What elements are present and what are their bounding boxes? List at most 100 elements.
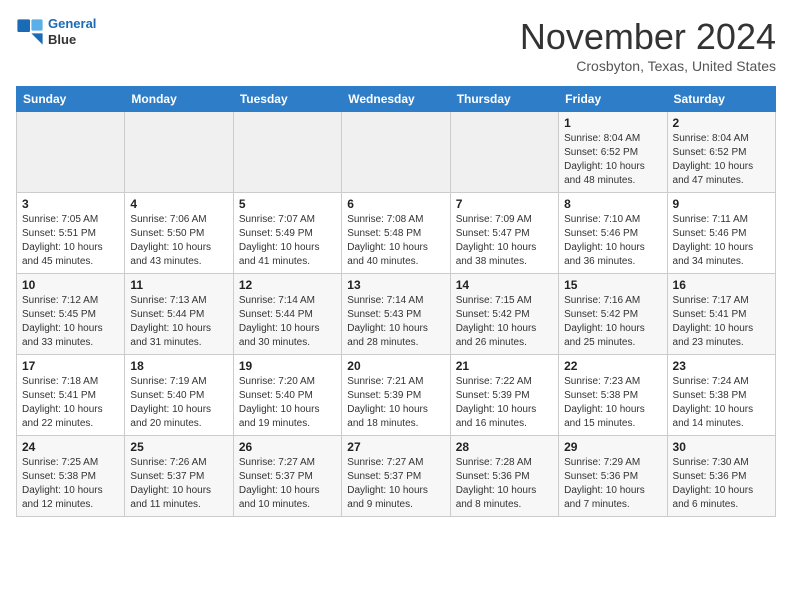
day-info: Sunrise: 7:06 AM Sunset: 5:50 PM Dayligh… [130, 213, 227, 269]
day-number: 28 [456, 440, 553, 454]
day-number: 9 [673, 197, 770, 211]
day-info: Sunrise: 7:25 AM Sunset: 5:38 PM Dayligh… [22, 456, 119, 512]
day-info: Sunrise: 8:04 AM Sunset: 6:52 PM Dayligh… [564, 132, 661, 188]
day-number: 23 [673, 359, 770, 373]
calendar-cell [342, 112, 450, 193]
day-number: 8 [564, 197, 661, 211]
day-info: Sunrise: 7:29 AM Sunset: 5:36 PM Dayligh… [564, 456, 661, 512]
logo-icon [16, 18, 44, 46]
calendar-cell: 14 Sunrise: 7:15 AM Sunset: 5:42 PM Dayli… [450, 274, 558, 355]
calendar-cell: 20 Sunrise: 7:21 AM Sunset: 5:39 PM Dayli… [342, 355, 450, 436]
day-number: 21 [456, 359, 553, 373]
day-info: Sunrise: 7:19 AM Sunset: 5:40 PM Dayligh… [130, 375, 227, 431]
day-info: Sunrise: 7:14 AM Sunset: 5:43 PM Dayligh… [347, 294, 444, 350]
weekday-header-sunday: Sunday [17, 87, 125, 112]
week-row-3: 10 Sunrise: 7:12 AM Sunset: 5:45 PM Dayli… [17, 274, 776, 355]
day-number: 4 [130, 197, 227, 211]
day-number: 1 [564, 116, 661, 130]
day-number: 27 [347, 440, 444, 454]
calendar-cell: 11 Sunrise: 7:13 AM Sunset: 5:44 PM Dayli… [125, 274, 233, 355]
day-number: 18 [130, 359, 227, 373]
calendar-cell [17, 112, 125, 193]
calendar-cell: 3 Sunrise: 7:05 AM Sunset: 5:51 PM Daylig… [17, 193, 125, 274]
week-row-5: 24Sunrise: 7:25 AM Sunset: 5:38 PM Dayli… [17, 436, 776, 517]
calendar-cell: 27 Sunrise: 7:27 AM Sunset: 5:37 PM Dayli… [342, 436, 450, 517]
day-info: Sunrise: 7:22 AM Sunset: 5:39 PM Dayligh… [456, 375, 553, 431]
day-info: Sunrise: 7:05 AM Sunset: 5:51 PM Dayligh… [22, 213, 119, 269]
title-block: November 2024 Crosbyton, Texas, United S… [520, 16, 776, 74]
calendar-cell: 30 Sunrise: 7:30 AM Sunset: 5:36 PM Dayli… [667, 436, 775, 517]
weekday-header-row: SundayMondayTuesdayWednesdayThursdayFrid… [17, 87, 776, 112]
calendar-cell: 9Sunrise: 7:11 AM Sunset: 5:46 PM Daylig… [667, 193, 775, 274]
day-info: Sunrise: 7:09 AM Sunset: 5:47 PM Dayligh… [456, 213, 553, 269]
calendar-cell: 15Sunrise: 7:16 AM Sunset: 5:42 PM Dayli… [559, 274, 667, 355]
weekday-header-monday: Monday [125, 87, 233, 112]
day-info: Sunrise: 7:08 AM Sunset: 5:48 PM Dayligh… [347, 213, 444, 269]
calendar-cell: 21 Sunrise: 7:22 AM Sunset: 5:39 PM Dayli… [450, 355, 558, 436]
weekday-header-wednesday: Wednesday [342, 87, 450, 112]
calendar-cell: 22 Sunrise: 7:23 AM Sunset: 5:38 PM Dayli… [559, 355, 667, 436]
day-info: Sunrise: 7:30 AM Sunset: 5:36 PM Dayligh… [673, 456, 770, 512]
day-info: Sunrise: 7:13 AM Sunset: 5:44 PM Dayligh… [130, 294, 227, 350]
day-info: Sunrise: 7:10 AM Sunset: 5:46 PM Dayligh… [564, 213, 661, 269]
day-number: 11 [130, 278, 227, 292]
page-header: General Blue November 2024 Crosbyton, Te… [16, 16, 776, 74]
day-info: Sunrise: 7:26 AM Sunset: 5:37 PM Dayligh… [130, 456, 227, 512]
day-info: Sunrise: 7:28 AM Sunset: 5:36 PM Dayligh… [456, 456, 553, 512]
day-info: Sunrise: 7:27 AM Sunset: 5:37 PM Dayligh… [347, 456, 444, 512]
calendar-cell [125, 112, 233, 193]
day-info: Sunrise: 8:04 AM Sunset: 6:52 PM Dayligh… [673, 132, 770, 188]
day-info: Sunrise: 7:12 AM Sunset: 5:45 PM Dayligh… [22, 294, 119, 350]
month-title: November 2024 [520, 16, 776, 58]
calendar-cell: 8 Sunrise: 7:10 AM Sunset: 5:46 PM Daylig… [559, 193, 667, 274]
location: Crosbyton, Texas, United States [520, 58, 776, 74]
day-number: 15 [564, 278, 661, 292]
weekday-header-tuesday: Tuesday [233, 87, 341, 112]
calendar-cell: 25 Sunrise: 7:26 AM Sunset: 5:37 PM Dayli… [125, 436, 233, 517]
day-number: 7 [456, 197, 553, 211]
day-number: 10 [22, 278, 119, 292]
calendar-cell: 7 Sunrise: 7:09 AM Sunset: 5:47 PM Daylig… [450, 193, 558, 274]
day-number: 2 [673, 116, 770, 130]
calendar-cell: 17Sunrise: 7:18 AM Sunset: 5:41 PM Dayli… [17, 355, 125, 436]
weekday-header-thursday: Thursday [450, 87, 558, 112]
day-info: Sunrise: 7:20 AM Sunset: 5:40 PM Dayligh… [239, 375, 336, 431]
calendar-cell: 18 Sunrise: 7:19 AM Sunset: 5:40 PM Dayli… [125, 355, 233, 436]
day-number: 16 [673, 278, 770, 292]
day-info: Sunrise: 7:14 AM Sunset: 5:44 PM Dayligh… [239, 294, 336, 350]
day-number: 17 [22, 359, 119, 373]
day-number: 13 [347, 278, 444, 292]
calendar-cell: 28 Sunrise: 7:28 AM Sunset: 5:36 PM Dayli… [450, 436, 558, 517]
day-number: 19 [239, 359, 336, 373]
day-info: Sunrise: 7:23 AM Sunset: 5:38 PM Dayligh… [564, 375, 661, 431]
logo-text: General Blue [48, 16, 96, 47]
day-info: Sunrise: 7:21 AM Sunset: 5:39 PM Dayligh… [347, 375, 444, 431]
day-info: Sunrise: 7:07 AM Sunset: 5:49 PM Dayligh… [239, 213, 336, 269]
weekday-header-saturday: Saturday [667, 87, 775, 112]
day-number: 22 [564, 359, 661, 373]
day-number: 3 [22, 197, 119, 211]
week-row-2: 3 Sunrise: 7:05 AM Sunset: 5:51 PM Daylig… [17, 193, 776, 274]
calendar-cell: 2 Sunrise: 8:04 AM Sunset: 6:52 PM Daylig… [667, 112, 775, 193]
calendar-cell: 1 Sunrise: 8:04 AM Sunset: 6:52 PM Daylig… [559, 112, 667, 193]
day-info: Sunrise: 7:24 AM Sunset: 5:38 PM Dayligh… [673, 375, 770, 431]
calendar-cell: 10 Sunrise: 7:12 AM Sunset: 5:45 PM Dayli… [17, 274, 125, 355]
calendar-cell [233, 112, 341, 193]
calendar-cell: 24Sunrise: 7:25 AM Sunset: 5:38 PM Dayli… [17, 436, 125, 517]
calendar-cell: 26Sunrise: 7:27 AM Sunset: 5:37 PM Dayli… [233, 436, 341, 517]
day-number: 29 [564, 440, 661, 454]
calendar-cell: 4 Sunrise: 7:06 AM Sunset: 5:50 PM Daylig… [125, 193, 233, 274]
calendar-cell: 12Sunrise: 7:14 AM Sunset: 5:44 PM Dayli… [233, 274, 341, 355]
day-info: Sunrise: 7:17 AM Sunset: 5:41 PM Dayligh… [673, 294, 770, 350]
day-number: 30 [673, 440, 770, 454]
week-row-4: 17Sunrise: 7:18 AM Sunset: 5:41 PM Dayli… [17, 355, 776, 436]
day-number: 14 [456, 278, 553, 292]
day-number: 20 [347, 359, 444, 373]
logo: General Blue [16, 16, 96, 47]
day-number: 25 [130, 440, 227, 454]
day-info: Sunrise: 7:15 AM Sunset: 5:42 PM Dayligh… [456, 294, 553, 350]
calendar-cell: 29 Sunrise: 7:29 AM Sunset: 5:36 PM Dayli… [559, 436, 667, 517]
calendar-cell: 19 Sunrise: 7:20 AM Sunset: 5:40 PM Dayli… [233, 355, 341, 436]
day-number: 26 [239, 440, 336, 454]
calendar-cell: 13 Sunrise: 7:14 AM Sunset: 5:43 PM Dayli… [342, 274, 450, 355]
